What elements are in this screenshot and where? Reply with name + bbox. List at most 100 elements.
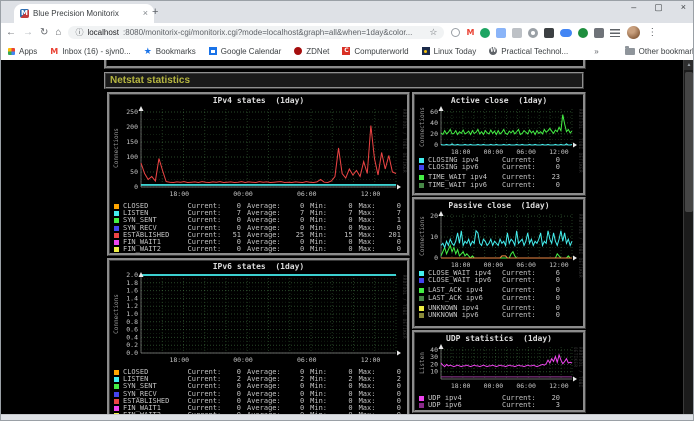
- legend-stat-value: 0: [223, 203, 247, 210]
- grey-box-extension-icon[interactable]: [512, 28, 522, 38]
- window-close-button[interactable]: ×: [681, 2, 686, 13]
- legend-stat-label: Current:: [502, 277, 544, 284]
- chart-box-active-close[interactable]: Active close (1day) RRDTOOL / TOBI OETIK…: [412, 92, 586, 196]
- svg-text:Connections: Connections: [419, 107, 426, 147]
- scrollbar-thumb[interactable]: [685, 72, 693, 212]
- legend-series-name: SYN_RECV: [123, 225, 188, 232]
- gmail-extension-icon[interactable]: M: [466, 28, 474, 37]
- bookmark-item[interactable]: ZDNet: [294, 47, 329, 56]
- series-close_wait-ipv4: [441, 231, 572, 248]
- bookmark-item[interactable]: Apps: [8, 47, 37, 56]
- legend-swatch: [419, 288, 424, 293]
- dark-box-extension-icon[interactable]: [544, 28, 554, 38]
- reading-list-extension-icon[interactable]: [610, 29, 620, 37]
- legend-stat-label: Max:: [359, 246, 383, 253]
- bookmarks-overflow-icon[interactable]: »: [594, 47, 598, 56]
- chart-legend: CLOSEDCurrent:0Average:0Min:0Max:0LISTEN…: [110, 368, 407, 415]
- eye-extension-icon[interactable]: [528, 28, 538, 38]
- legend-series-name: TIME_WAIT ipv6: [428, 182, 502, 189]
- bookmark-star-icon[interactable]: ☆: [429, 27, 437, 38]
- svg-text:50: 50: [130, 168, 138, 176]
- monitorix-favicon: M: [20, 9, 29, 18]
- legend-series-name: UNKNOWN ipv4: [428, 305, 502, 312]
- legend-stat-value: 0: [223, 398, 247, 405]
- svg-text:10: 10: [430, 368, 438, 376]
- svg-text:40: 40: [430, 119, 438, 127]
- svg-text:20: 20: [430, 212, 438, 220]
- bookmark-item[interactable]: CComputerworld: [342, 47, 408, 56]
- window-maximize-button[interactable]: ▢: [654, 2, 663, 13]
- wp-bookmark-icon: W: [489, 47, 497, 55]
- legend-series-name: FIN_WAIT1: [123, 405, 188, 412]
- home-icon[interactable]: ⌂: [55, 28, 61, 38]
- window-minimize-button[interactable]: –: [631, 2, 636, 13]
- svg-text:2.0: 2.0: [126, 272, 138, 279]
- bookmark-item[interactable]: MInbox (16) - sjvn0...: [50, 47, 130, 56]
- legend-stat-value: 23: [544, 174, 566, 181]
- legend-series-name: CLOSED: [123, 369, 188, 376]
- reload-icon[interactable]: ↻: [40, 28, 48, 38]
- svg-text:06:00: 06:00: [516, 261, 536, 269]
- svg-text:Connections: Connections: [113, 294, 120, 334]
- search-extension-icon[interactable]: [451, 28, 460, 37]
- legend-stat-value: 0: [544, 287, 566, 294]
- bookmark-item[interactable]: Google Calendar: [209, 47, 281, 56]
- svg-text:20: 20: [430, 130, 438, 138]
- legend-stat-value: 15: [334, 232, 358, 239]
- legend-series-name: SYN_SENT: [123, 217, 188, 224]
- forward-icon[interactable]: →: [23, 28, 33, 38]
- svg-text:18:00: 18:00: [451, 261, 471, 269]
- legend-stat-value: 1: [383, 217, 407, 224]
- other-bookmarks-button[interactable]: Other bookmarks: [625, 47, 694, 56]
- svg-text:0.8: 0.8: [126, 318, 138, 326]
- green-circle-extension-icon[interactable]: [578, 28, 588, 38]
- cal-bookmark-icon: [209, 47, 217, 55]
- chart-legend: CLOSEDCurrent:0Average:0Min:0Max:0LISTEN…: [110, 202, 407, 253]
- chart-box-passive-close[interactable]: Passive close (1day) RRDTOOL / TOBI OETI…: [412, 197, 586, 329]
- legend-stat-value: 0: [544, 182, 566, 189]
- legend-stat-value: 3: [544, 402, 566, 409]
- bookmark-item[interactable]: Linux Today: [422, 47, 477, 56]
- new-tab-button[interactable]: +: [152, 7, 158, 18]
- globe-extension-icon[interactable]: [480, 28, 490, 38]
- legend-swatch: [419, 403, 424, 408]
- blue-oval-extension-icon[interactable]: [560, 29, 572, 37]
- bookmark-item[interactable]: WPractical Technol...: [489, 47, 568, 56]
- pin-extension-icon[interactable]: [594, 28, 604, 38]
- bookmark-label: Google Calendar: [221, 47, 281, 56]
- svg-text:0.6: 0.6: [126, 326, 138, 334]
- legend-stat-value: 0: [544, 157, 566, 164]
- legend-stat-value: 0: [286, 405, 310, 412]
- legend-row: CLOSING ipv6Current:0: [419, 164, 583, 171]
- legend-series-name: SYN_RECV: [123, 391, 188, 398]
- legend-stat-value: 51: [223, 232, 247, 239]
- legend-row: CLOSE_WAIT ipv6Current:0: [419, 277, 583, 284]
- chart-title: IPv6 states (1day): [110, 261, 407, 272]
- back-icon[interactable]: ←: [6, 28, 16, 38]
- svg-text:Connections: Connections: [113, 128, 120, 168]
- extension-icons: M: [451, 28, 620, 38]
- chart-box-udp-statistics[interactable]: UDP statistics (1day) RRDTOOL / TOBI OET…: [412, 330, 586, 413]
- svg-text:00:00: 00:00: [233, 190, 253, 198]
- svg-text:10: 10: [430, 233, 438, 241]
- vertical-scrollbar[interactable]: ▲: [683, 60, 694, 415]
- chart-box-ipv6-states[interactable]: IPv6 states (1day) RRDTOOL / TOBI OETIKE…: [107, 258, 410, 415]
- profile-avatar[interactable]: [627, 26, 640, 39]
- legend-stat-value: 0: [286, 246, 310, 253]
- legend-series-name: FIN_WAIT2: [123, 246, 188, 253]
- legend-swatch: [114, 218, 119, 223]
- bookmark-item[interactable]: ★Bookmarks: [144, 47, 196, 56]
- address-bar[interactable]: ⓘ localhost :8080/monitorix-cgi/monitori…: [68, 26, 444, 39]
- page-info-icon[interactable]: ⓘ: [75, 28, 83, 38]
- chart-legend: CLOSE_WAIT ipv4Current:6CLOSE_WAIT ipv6C…: [415, 269, 583, 319]
- rrdtool-watermark: RRDTOOL / TOBI OETIKER: [578, 109, 583, 173]
- svg-text:18:00: 18:00: [451, 148, 471, 156]
- pages-extension-icon[interactable]: [496, 28, 506, 38]
- browser-tab[interactable]: M Blue Precision Monitorix ×: [14, 4, 154, 23]
- browser-menu-icon[interactable]: ⋮: [647, 27, 657, 38]
- legend-stat-value: 0: [223, 383, 247, 390]
- lt-bookmark-icon: [422, 47, 430, 55]
- scroll-up-icon[interactable]: ▲: [684, 60, 694, 70]
- chart-box-ipv4-states[interactable]: IPv4 states (1day) RRDTOOL / TOBI OETIKE…: [107, 92, 410, 256]
- tab-close-icon[interactable]: ×: [143, 9, 148, 18]
